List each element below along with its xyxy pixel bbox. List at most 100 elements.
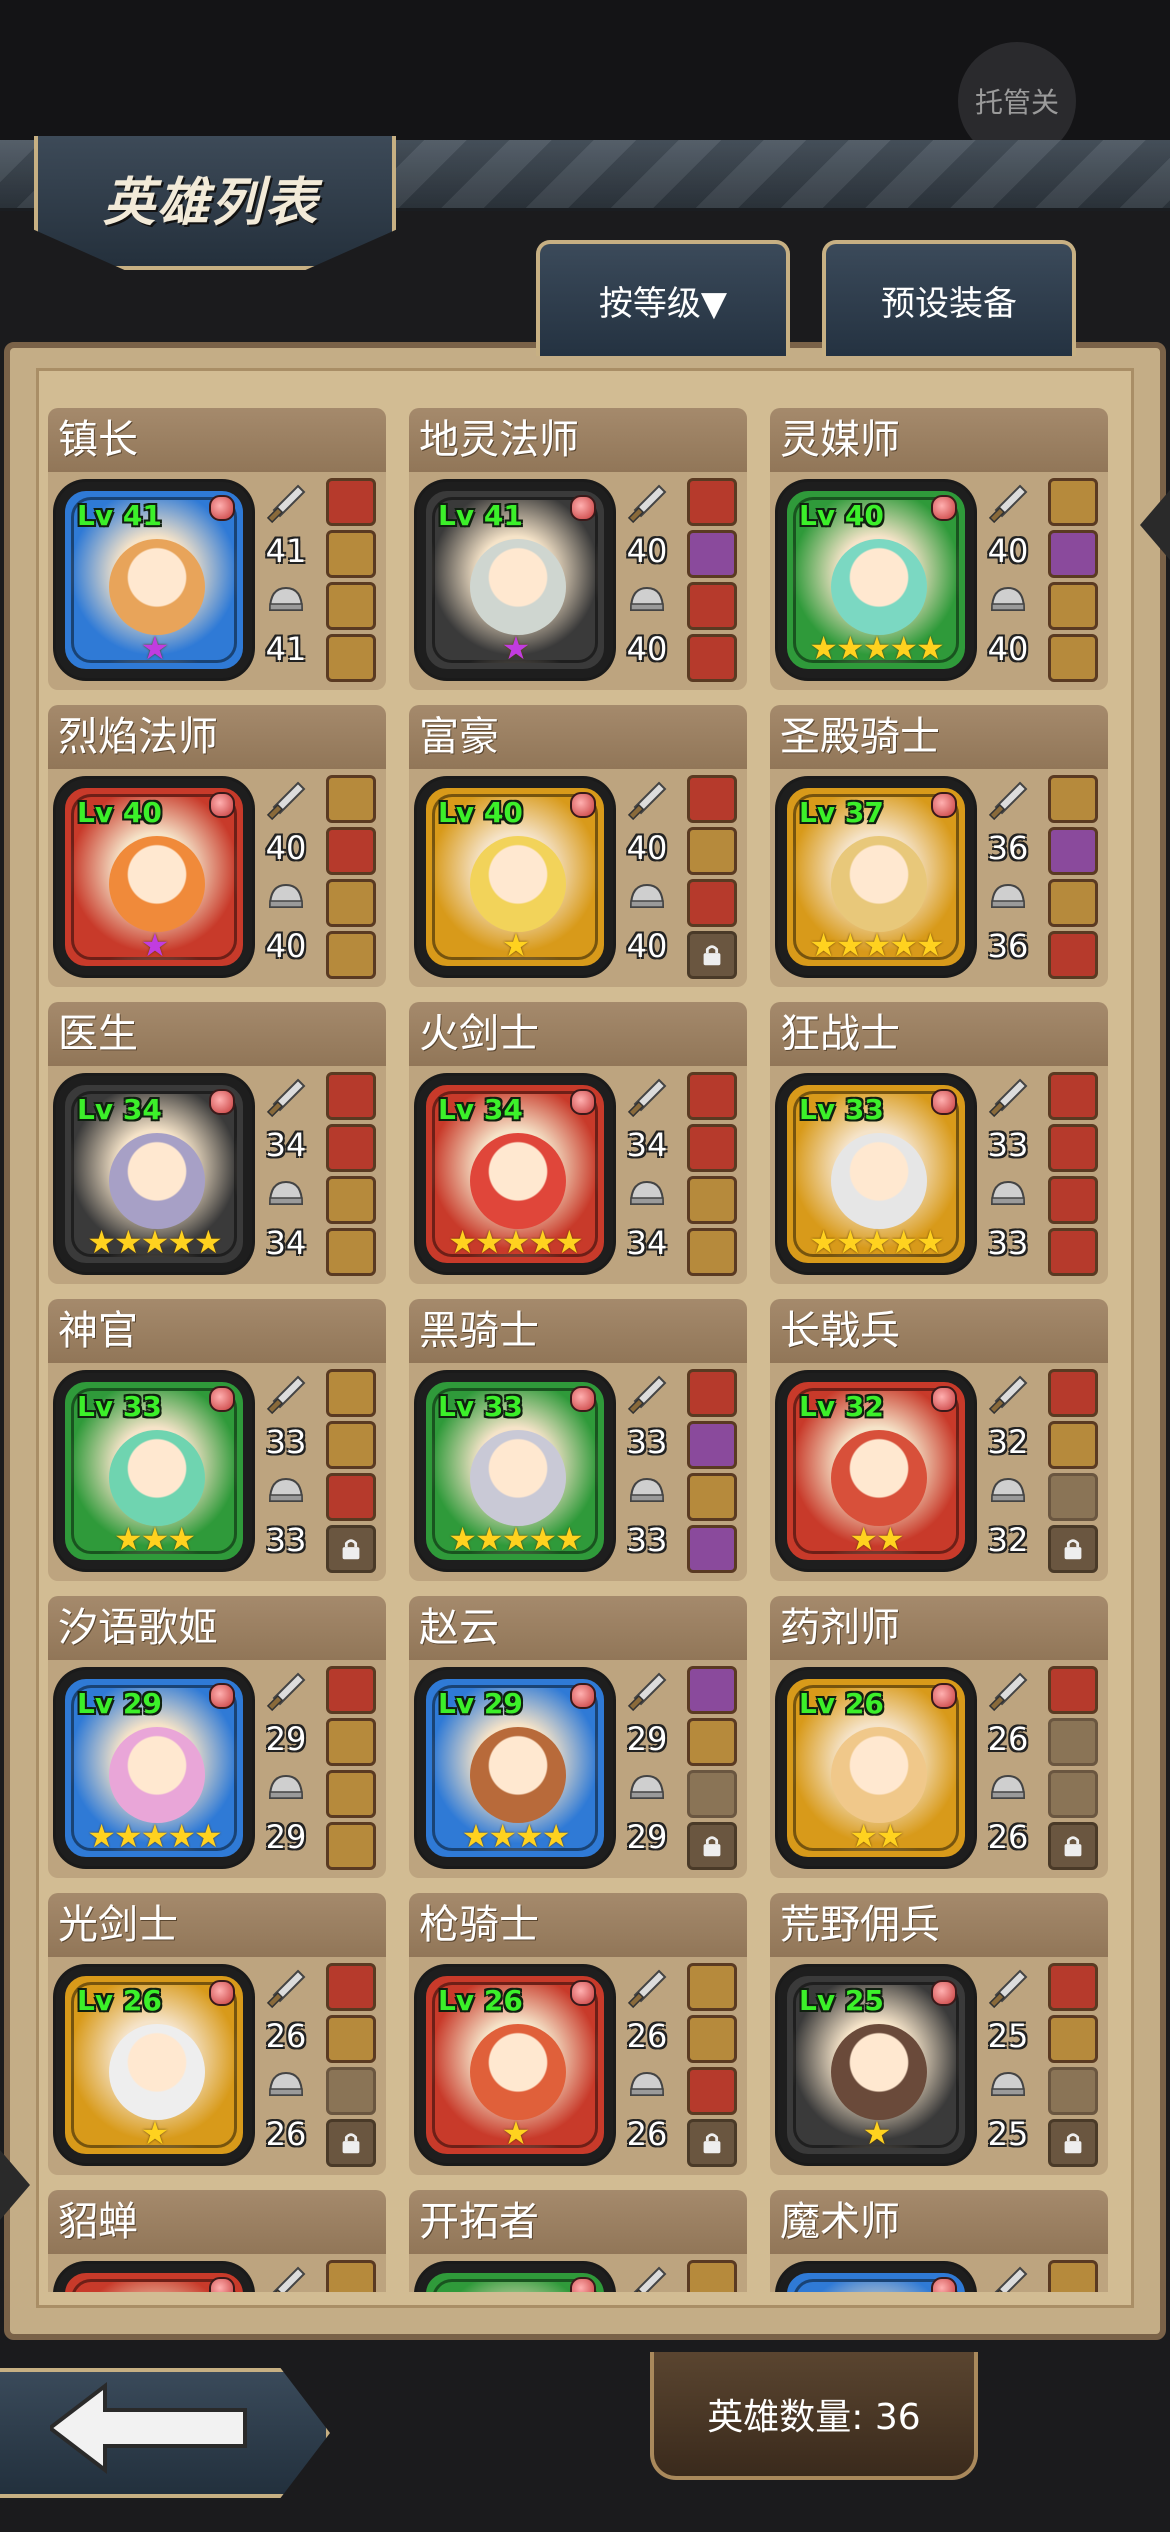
equipment-slot[interactable]: [687, 879, 737, 927]
equipment-slot[interactable]: [326, 1666, 376, 1714]
equipment-slot[interactable]: [1048, 478, 1098, 526]
hero-portrait[interactable]: Lv 25 ★: [778, 1967, 974, 2163]
hero-card[interactable]: 医生 Lv 34 ★★★★★ 34 34: [48, 1002, 386, 1284]
equipment-slot[interactable]: [326, 775, 376, 823]
hero-portrait[interactable]: Lv 40 ★★★★★: [778, 482, 974, 678]
hero-portrait[interactable]: Lv 40 ★: [56, 779, 252, 975]
equipment-slot[interactable]: [1048, 1176, 1098, 1224]
hero-card[interactable]: 富豪 Lv 40 ★ 40 40: [409, 705, 747, 987]
hero-card[interactable]: 火剑士 Lv 34 ★★★★★ 34 34: [409, 1002, 747, 1284]
hero-portrait[interactable]: Lv 40 ★: [417, 779, 613, 975]
equipment-slot[interactable]: [326, 1369, 376, 1417]
equipment-slot[interactable]: [1048, 1124, 1098, 1172]
equipment-slot[interactable]: [687, 2067, 737, 2115]
hero-portrait[interactable]: [417, 2264, 613, 2292]
hero-portrait[interactable]: Lv 26 ★: [417, 1967, 613, 2163]
equipment-slot[interactable]: [1048, 1072, 1098, 1120]
hero-card[interactable]: 光剑士 Lv 26 ★ 26 26: [48, 1893, 386, 2175]
equipment-slot[interactable]: [687, 2260, 737, 2292]
hero-card[interactable]: 开拓者: [409, 2190, 747, 2292]
equipment-slot[interactable]: [1048, 1228, 1098, 1276]
equipment-slot[interactable]: [1048, 2260, 1098, 2292]
equipment-slot[interactable]: [687, 1525, 737, 1573]
hero-card[interactable]: 圣殿骑士 Lv 37 ★★★★★ 36 36: [770, 705, 1108, 987]
equipment-slot[interactable]: [1048, 2015, 1098, 2063]
equipment-slot[interactable]: [687, 582, 737, 630]
equipment-slot[interactable]: [1048, 1963, 1098, 2011]
hero-portrait[interactable]: Lv 34 ★★★★★: [417, 1076, 613, 1272]
equipment-slot[interactable]: [326, 1421, 376, 1469]
equipment-slot[interactable]: [687, 1718, 737, 1766]
equipment-slot[interactable]: [326, 1718, 376, 1766]
hero-card[interactable]: 枪骑士 Lv 26 ★ 26 26: [409, 1893, 747, 2175]
equipment-slot[interactable]: [1048, 1666, 1098, 1714]
equipment-slot[interactable]: [1048, 582, 1098, 630]
equipment-slot[interactable]: [687, 1963, 737, 2011]
hero-portrait[interactable]: Lv 26 ★: [56, 1967, 252, 2163]
hero-card[interactable]: 魔术师: [770, 2190, 1108, 2292]
equipment-slot[interactable]: [1048, 931, 1098, 979]
hero-card[interactable]: 神官 Lv 33 ★★★ 33 33: [48, 1299, 386, 1581]
equipment-slot[interactable]: [687, 530, 737, 578]
equipment-slot[interactable]: [326, 1176, 376, 1224]
hero-portrait[interactable]: Lv 29 ★★★★★: [56, 1670, 252, 1866]
hero-portrait[interactable]: Lv 33 ★★★★★: [778, 1076, 974, 1272]
hero-portrait[interactable]: Lv 32 ★★: [778, 1373, 974, 1569]
hero-card[interactable]: 黑骑士 Lv 33 ★★★★★ 33 33: [409, 1299, 747, 1581]
equipment-slot[interactable]: [1048, 634, 1098, 682]
equipment-slot[interactable]: [687, 1421, 737, 1469]
equipment-slot[interactable]: [687, 1369, 737, 1417]
equipment-slot[interactable]: [1048, 775, 1098, 823]
equipment-slot[interactable]: [326, 530, 376, 578]
hero-portrait[interactable]: Lv 26 ★★: [778, 1670, 974, 1866]
equipment-slot[interactable]: [687, 1176, 737, 1224]
preset-equipment-button[interactable]: 预设装备: [822, 240, 1076, 356]
equipment-slot[interactable]: [687, 2015, 737, 2063]
equipment-slot[interactable]: [687, 1473, 737, 1521]
equipment-slot[interactable]: [326, 1072, 376, 1120]
hero-card[interactable]: 地灵法师 Lv 41 ★ 40 40: [409, 408, 747, 690]
hero-portrait[interactable]: [56, 2264, 252, 2292]
equipment-slot[interactable]: [1048, 1369, 1098, 1417]
hero-card[interactable]: 狂战士 Lv 33 ★★★★★ 33 33: [770, 1002, 1108, 1284]
equipment-slot[interactable]: [326, 827, 376, 875]
equipment-slot[interactable]: [687, 1228, 737, 1276]
equipment-slot[interactable]: [687, 827, 737, 875]
back-arrow-icon[interactable]: [50, 2378, 250, 2478]
hero-portrait[interactable]: Lv 33 ★★★: [56, 1373, 252, 1569]
equipment-slot[interactable]: [326, 879, 376, 927]
hero-card[interactable]: 赵云 Lv 29 ★★★★ 29 29: [409, 1596, 747, 1878]
hero-card[interactable]: 汐语歌姬 Lv 29 ★★★★★ 29 29: [48, 1596, 386, 1878]
sort-by-level-button[interactable]: 按等级▼: [536, 240, 790, 356]
equipment-slot[interactable]: [326, 1822, 376, 1870]
hero-card[interactable]: 烈焰法师 Lv 40 ★ 40 40: [48, 705, 386, 987]
hero-portrait[interactable]: Lv 37 ★★★★★: [778, 779, 974, 975]
equipment-slot[interactable]: [326, 1228, 376, 1276]
equipment-slot[interactable]: [687, 1072, 737, 1120]
equipment-slot[interactable]: [326, 1770, 376, 1818]
equipment-slot[interactable]: [687, 478, 737, 526]
equipment-slot[interactable]: [326, 1473, 376, 1521]
hero-portrait[interactable]: Lv 41 ★: [56, 482, 252, 678]
equipment-slot[interactable]: [326, 931, 376, 979]
equipment-slot[interactable]: [687, 634, 737, 682]
hero-portrait[interactable]: Lv 29 ★★★★: [417, 1670, 613, 1866]
equipment-slot[interactable]: [326, 2015, 376, 2063]
equipment-slot[interactable]: [326, 1963, 376, 2011]
hero-card[interactable]: 镇长 Lv 41 ★ 41 41: [48, 408, 386, 690]
hero-card[interactable]: 貂蝉: [48, 2190, 386, 2292]
equipment-slot[interactable]: [687, 775, 737, 823]
hero-card[interactable]: 药剂师 Lv 26 ★★ 26 26: [770, 1596, 1108, 1878]
hero-card[interactable]: 灵媒师 Lv 40 ★★★★★ 40 40: [770, 408, 1108, 690]
equipment-slot[interactable]: [326, 634, 376, 682]
equipment-slot[interactable]: [1048, 530, 1098, 578]
hero-card[interactable]: 荒野佣兵 Lv 25 ★ 25 25: [770, 1893, 1108, 2175]
equipment-slot[interactable]: [326, 478, 376, 526]
hero-portrait[interactable]: [778, 2264, 974, 2292]
equipment-slot[interactable]: [326, 2260, 376, 2292]
equipment-slot[interactable]: [1048, 827, 1098, 875]
equipment-slot[interactable]: [326, 1124, 376, 1172]
equipment-slot[interactable]: [687, 1124, 737, 1172]
equipment-slot[interactable]: [1048, 1421, 1098, 1469]
equipment-slot[interactable]: [1048, 879, 1098, 927]
